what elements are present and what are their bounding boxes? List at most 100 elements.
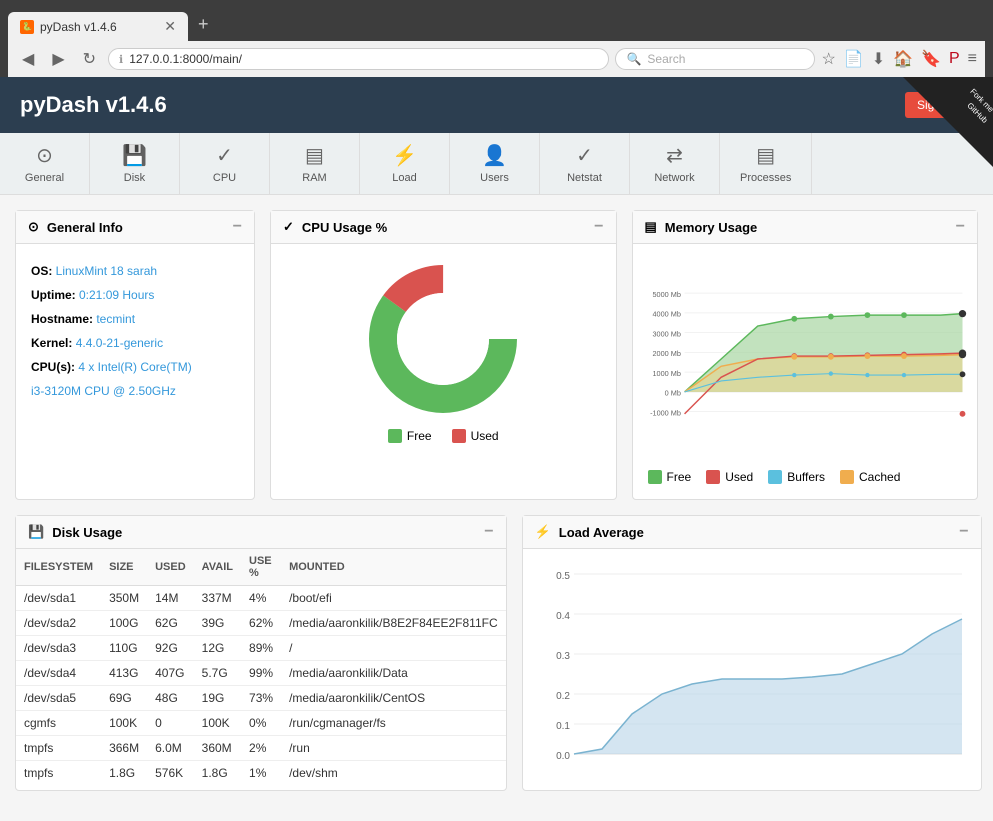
nav-item-cpu[interactable]: ✓ CPU	[180, 133, 270, 194]
nav-item-general[interactable]: ⊙ General	[0, 133, 90, 194]
nav-item-users[interactable]: 👤 Users	[450, 133, 540, 194]
table-cell: 6.0M	[147, 736, 194, 761]
cpu-minimize[interactable]: −	[594, 219, 603, 235]
nav-label-netstat: Netstat	[567, 172, 602, 184]
table-cell: /boot/efi	[281, 586, 506, 611]
svg-text:0.4: 0.4	[556, 611, 570, 622]
table-cell: 576K	[147, 761, 194, 786]
disk-table-container: FILESYSTEM SIZE USED AVAIL USE % MOUNTED…	[16, 549, 506, 790]
general-info-minimize[interactable]: −	[233, 219, 242, 235]
pocket-icon[interactable]: 🔖	[921, 49, 941, 69]
home-icon[interactable]: 🏠	[893, 49, 913, 69]
nav-item-network[interactable]: ⇄ Network	[630, 133, 720, 194]
browser-toolbar: ◀ ▶ ↻ ℹ 127.0.0.1:8000/main/ 🔍 Search ☆ …	[8, 41, 985, 77]
table-cell: 413G	[101, 661, 147, 686]
nav-item-ram[interactable]: ▤ RAM	[270, 133, 360, 194]
load-area	[574, 619, 962, 754]
disk-col-use-pct: USE %	[241, 549, 281, 586]
nav-label-processes: Processes	[740, 172, 791, 184]
nav-item-netstat[interactable]: ✓ Netstat	[540, 133, 630, 194]
info-hostname: Hostname: tecmint	[31, 307, 239, 331]
table-cell: 0%	[241, 711, 281, 736]
disk-header-title: Disk Usage	[52, 525, 122, 540]
network-icon: ⇄	[666, 143, 683, 168]
table-cell: 14M	[147, 586, 194, 611]
table-cell: 73%	[241, 686, 281, 711]
table-cell: 366M	[101, 736, 147, 761]
cpu-header-left: ✓ CPU Usage %	[283, 219, 387, 235]
general-info-header-left: ⊙ General Info	[28, 219, 123, 235]
disk-minimize[interactable]: −	[484, 524, 493, 540]
bookmark-icon[interactable]: ☆	[821, 49, 835, 69]
disk-table-body: /dev/sda1350M14M337M4%/boot/efi/dev/sda2…	[16, 586, 506, 786]
table-cell: /run/cgmanager/fs	[281, 711, 506, 736]
table-cell: /dev/sda3	[16, 636, 101, 661]
info-cpus: CPU(s): 4 x Intel(R) Core(TM)	[31, 355, 239, 379]
memory-header-title: Memory Usage	[665, 220, 757, 235]
load-minimize[interactable]: −	[959, 524, 968, 540]
nav-item-disk[interactable]: 💾 Disk	[90, 133, 180, 194]
memory-chart: 5000 Mb 4000 Mb 3000 Mb 2000 Mb 1000 Mb …	[648, 259, 963, 459]
memory-chart-area: 5000 Mb 4000 Mb 3000 Mb 2000 Mb 1000 Mb …	[633, 244, 978, 499]
reader-icon[interactable]: 📄	[844, 49, 864, 69]
browser-tab-active[interactable]: 🐍 pyDash v1.4.6 ✕	[8, 12, 188, 41]
svg-text:1000 Mb: 1000 Mb	[652, 369, 680, 378]
table-row: cgmfs100K0100K0%/run/cgmanager/fs	[16, 711, 506, 736]
table-cell: /media/aaronkilik/CentOS	[281, 686, 506, 711]
cpu-legend-used: Used	[452, 429, 499, 443]
memory-header-icon: ▤	[645, 219, 657, 235]
tab-title: pyDash v1.4.6	[40, 20, 117, 34]
disk-col-avail: AVAIL	[194, 549, 241, 586]
table-cell: 100K	[194, 711, 241, 736]
tab-close-button[interactable]: ✕	[164, 18, 176, 35]
disk-icon: 💾	[122, 143, 147, 168]
forward-button[interactable]: ▶	[46, 47, 70, 71]
reload-button[interactable]: ↻	[77, 47, 102, 71]
download-icon[interactable]: ⬇	[872, 49, 885, 69]
svg-text:-1000 Mb: -1000 Mb	[650, 408, 681, 417]
svg-text:5000 Mb: 5000 Mb	[652, 290, 680, 299]
general-icon: ⊙	[36, 143, 53, 168]
table-cell: 1.8G	[194, 761, 241, 786]
memory-buffers-label: Buffers	[787, 470, 825, 484]
svg-text:0.5: 0.5	[556, 571, 570, 582]
cpu-donut-container: Free Used	[271, 244, 616, 458]
table-cell: 19G	[194, 686, 241, 711]
svg-text:4000 Mb: 4000 Mb	[652, 310, 680, 319]
svg-text:3000 Mb: 3000 Mb	[652, 329, 680, 338]
disk-col-size: SIZE	[101, 549, 147, 586]
back-button[interactable]: ◀	[16, 47, 40, 71]
memory-minimize[interactable]: −	[956, 219, 965, 235]
load-average-card: ⚡ Load Average − 0.5 0.4 0.3 0.2 0.1 0.0	[522, 515, 982, 791]
info-cpu-model: i3-3120M CPU @ 2.50GHz	[31, 379, 239, 403]
table-cell: /dev/sda2	[16, 611, 101, 636]
disk-table-header-row: FILESYSTEM SIZE USED AVAIL USE % MOUNTED	[16, 549, 506, 586]
new-tab-button[interactable]: +	[188, 8, 219, 41]
nav-item-processes[interactable]: ▤ Processes	[720, 133, 812, 194]
load-header-left: ⚡ Load Average	[535, 524, 644, 540]
memory-legend-cached: Cached	[840, 470, 900, 484]
menu-icon[interactable]: ≡	[968, 50, 977, 68]
table-cell: 1.8G	[101, 761, 147, 786]
pinterest-icon[interactable]: P	[949, 50, 960, 68]
search-placeholder: Search	[647, 52, 685, 66]
nav-item-load[interactable]: ⚡ Load	[360, 133, 450, 194]
general-info-icon: ⊙	[28, 219, 39, 235]
info-os: OS: LinuxMint 18 sarah	[31, 259, 239, 283]
memory-header: ▤ Memory Usage −	[633, 211, 978, 244]
load-chart: 0.5 0.4 0.3 0.2 0.1 0.0	[538, 564, 966, 764]
memory-buffers-dot	[768, 470, 782, 484]
table-cell: /dev/sda1	[16, 586, 101, 611]
browser-search-box[interactable]: 🔍 Search	[615, 48, 815, 70]
table-row: /dev/sda1350M14M337M4%/boot/efi	[16, 586, 506, 611]
table-cell: /dev/sda5	[16, 686, 101, 711]
load-icon: ⚡	[392, 143, 417, 168]
table-cell: 48G	[147, 686, 194, 711]
address-bar[interactable]: ℹ 127.0.0.1:8000/main/	[108, 48, 609, 70]
row-2: 💾 Disk Usage − FILESYSTEM SIZE USED AVAI…	[15, 515, 978, 791]
table-cell: 92G	[147, 636, 194, 661]
row-1: ⊙ General Info − OS: LinuxMint 18 sarah …	[15, 210, 978, 500]
cpu-usage-header: ✓ CPU Usage % −	[271, 211, 616, 244]
table-cell: 407G	[147, 661, 194, 686]
processes-icon: ▤	[756, 143, 775, 168]
